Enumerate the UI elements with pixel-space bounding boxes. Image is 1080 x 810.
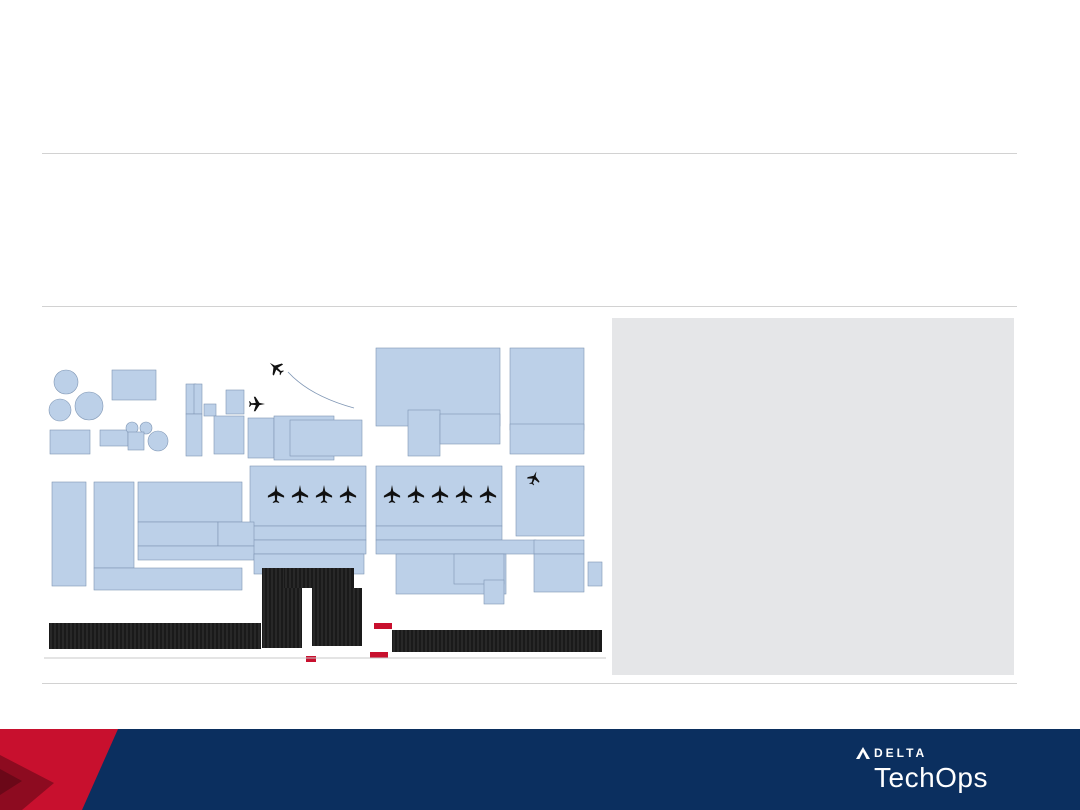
parking-block	[392, 630, 602, 652]
flight-path-arrow	[287, 371, 355, 409]
delta-widget-icon	[856, 747, 870, 759]
room-block	[289, 419, 363, 457]
red-marker	[370, 652, 388, 658]
room-block	[407, 409, 441, 457]
room-block	[375, 525, 503, 541]
red-marker	[374, 623, 392, 629]
footer-red-accent	[0, 729, 118, 810]
room-block	[185, 413, 203, 457]
room-block	[93, 481, 135, 569]
room-block	[225, 389, 245, 415]
brand-techops-text: TechOps	[874, 762, 988, 793]
room-block	[375, 539, 537, 555]
room-block	[483, 579, 505, 605]
room-block	[533, 539, 585, 555]
parking-block	[312, 588, 362, 646]
room-block	[137, 545, 255, 561]
room-block	[49, 429, 91, 455]
floor-plan-drawing	[44, 347, 606, 662]
round-room	[147, 430, 169, 452]
room-block	[213, 415, 245, 455]
bottom-divider	[42, 683, 1017, 684]
room-block	[99, 429, 129, 447]
room-block	[193, 383, 203, 415]
room-block	[515, 465, 585, 537]
room-block	[111, 369, 157, 401]
middle-divider	[42, 306, 1017, 307]
round-room	[53, 369, 79, 395]
room-block	[439, 413, 501, 445]
room-block	[217, 521, 255, 547]
room-block	[249, 539, 367, 555]
room-block	[93, 567, 243, 591]
room-block	[249, 525, 367, 541]
room-block	[247, 417, 275, 459]
room-block	[203, 403, 217, 417]
room-block	[509, 347, 585, 431]
top-divider	[42, 153, 1017, 154]
room-block	[533, 553, 585, 593]
airplane-icon	[269, 362, 284, 376]
delta-techops-logo: DELTA TechOps	[852, 746, 1002, 800]
room-block	[137, 521, 219, 547]
brand-delta-text: DELTA	[874, 746, 928, 760]
room-block	[509, 423, 585, 455]
room-block	[127, 431, 145, 451]
room-block	[137, 481, 243, 523]
side-panel	[612, 318, 1014, 675]
room-block	[587, 561, 603, 587]
parking-block	[284, 568, 354, 588]
round-room	[48, 398, 72, 422]
room-block	[453, 553, 505, 585]
room-block	[51, 481, 87, 587]
airplane-icon	[248, 396, 266, 412]
hangar-floor-plan	[44, 318, 606, 680]
round-room	[74, 391, 104, 421]
red-marker	[306, 656, 316, 662]
